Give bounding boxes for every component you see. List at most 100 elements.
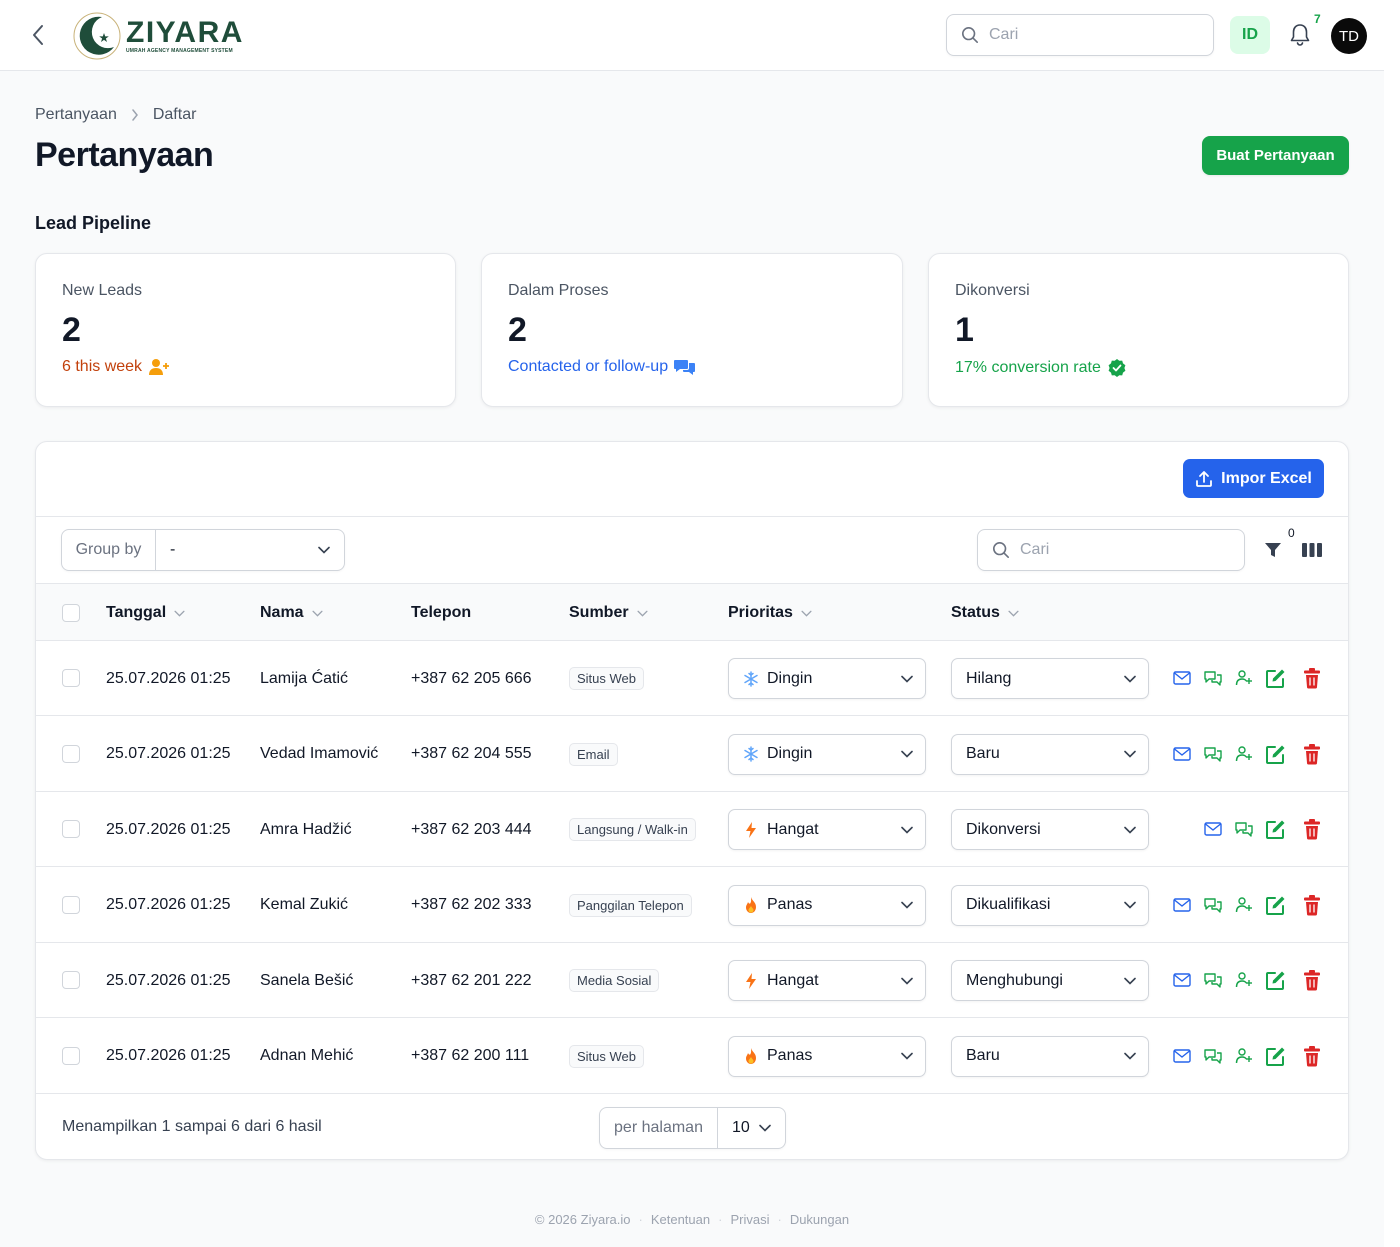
chevron-down-icon xyxy=(901,745,913,763)
column-header-priority[interactable]: Prioritas xyxy=(728,584,812,642)
user-avatar[interactable]: TD xyxy=(1331,18,1367,54)
stat-label: Dalam Proses xyxy=(508,282,609,299)
chevron-down-icon xyxy=(1124,896,1136,914)
email-icon[interactable] xyxy=(1171,743,1193,765)
cell-name[interactable]: Kemal Zukić xyxy=(260,868,348,943)
email-icon[interactable] xyxy=(1202,818,1224,840)
per-page-select[interactable]: per halaman 10 xyxy=(599,1107,786,1149)
chat-icon[interactable] xyxy=(1202,667,1224,689)
trash-icon[interactable] xyxy=(1301,969,1323,991)
chevron-down-icon xyxy=(1124,670,1136,688)
group-by-dropdown[interactable]: - xyxy=(156,530,344,570)
trash-icon[interactable] xyxy=(1301,667,1323,689)
row-checkbox[interactable] xyxy=(62,820,80,838)
group-by-select[interactable]: Group by - xyxy=(61,529,345,571)
convert-user-icon[interactable] xyxy=(1233,894,1255,916)
trash-icon[interactable] xyxy=(1301,894,1323,916)
app-logo[interactable]: ZIYARA UMRAH AGENCY MANAGEMENT SYSTEM xyxy=(72,10,262,62)
priority-value: Hangat xyxy=(767,971,819,989)
footer-link-terms[interactable]: Ketentuan xyxy=(651,1212,710,1227)
priority-select[interactable]: Panas xyxy=(728,1035,926,1077)
page-footer: © 2026 Ziyara.io · Ketentuan · Privasi ·… xyxy=(0,1212,1384,1227)
convert-user-icon[interactable] xyxy=(1233,1045,1255,1067)
crescent-logo-icon xyxy=(73,12,121,60)
row-checkbox[interactable] xyxy=(62,895,80,914)
cell-name[interactable]: Amra Hadžić xyxy=(260,792,352,867)
chevron-down-icon xyxy=(318,546,330,554)
chat-icon[interactable] xyxy=(1202,743,1224,765)
column-header-source[interactable]: Sumber xyxy=(569,584,648,642)
footer-link-privacy[interactable]: Privasi xyxy=(730,1212,769,1227)
row-checkbox[interactable] xyxy=(62,1046,80,1065)
breadcrumb-item-pertanyaan[interactable]: Pertanyaan xyxy=(35,106,117,124)
email-icon[interactable] xyxy=(1171,667,1193,689)
chat-icon[interactable] xyxy=(1202,894,1224,916)
chat-icon[interactable] xyxy=(1233,818,1255,840)
status-value: Menghubungi xyxy=(966,971,1063,989)
priority-select[interactable]: Dingin xyxy=(728,733,926,775)
row-checkbox[interactable] xyxy=(62,744,80,763)
status-select[interactable]: Hilang xyxy=(951,658,1149,699)
cell-name[interactable]: Sanela Bešić xyxy=(260,943,353,1018)
create-inquiry-button[interactable]: Buat Pertanyaan xyxy=(1202,136,1349,175)
trash-icon[interactable] xyxy=(1301,1045,1323,1067)
stat-value: 2 xyxy=(62,311,81,349)
stat-desc: 6 this week xyxy=(62,358,429,376)
row-checkbox[interactable] xyxy=(62,669,80,687)
cell-name[interactable]: Vedad Imamović xyxy=(260,717,378,792)
status-select[interactable]: Menghubungi xyxy=(951,960,1149,1001)
global-search-input[interactable] xyxy=(989,26,1189,44)
email-icon[interactable] xyxy=(1171,1045,1193,1067)
row-checkbox[interactable] xyxy=(62,971,80,989)
column-header-date[interactable]: Tanggal xyxy=(106,584,185,642)
import-excel-button[interactable]: Impor Excel xyxy=(1183,459,1324,498)
footer-separator: · xyxy=(777,1212,782,1227)
footer-link-support[interactable]: Dukungan xyxy=(790,1212,849,1227)
language-switcher[interactable]: ID xyxy=(1230,16,1270,54)
status-select[interactable]: Dikualifikasi xyxy=(951,884,1149,926)
edit-icon[interactable] xyxy=(1265,667,1287,689)
priority-select[interactable]: Hangat xyxy=(728,809,926,850)
priority-select[interactable]: Hangat xyxy=(728,960,926,1001)
bolt-icon xyxy=(743,821,759,838)
snowflake-icon xyxy=(743,746,759,762)
select-all-checkbox[interactable] xyxy=(62,604,80,622)
email-icon[interactable] xyxy=(1171,894,1193,916)
cell-name[interactable]: Adnan Mehić xyxy=(260,1019,353,1094)
columns-toggle-icon[interactable] xyxy=(1301,539,1323,561)
global-search[interactable] xyxy=(946,14,1214,56)
cell-name[interactable]: Lamija Ćatić xyxy=(260,641,348,716)
edit-icon[interactable] xyxy=(1265,743,1287,765)
email-icon[interactable] xyxy=(1171,969,1193,991)
edit-icon[interactable] xyxy=(1265,894,1287,916)
back-arrow-icon[interactable] xyxy=(26,23,50,47)
priority-select[interactable]: Dingin xyxy=(728,658,926,699)
edit-icon[interactable] xyxy=(1265,969,1287,991)
cell-phone: +387 62 205 666 xyxy=(411,669,532,687)
status-select[interactable]: Baru xyxy=(951,1035,1149,1077)
column-header-name[interactable]: Nama xyxy=(260,584,323,642)
table-row: 25.07.2026 01:25 Amra Hadžić +387 62 203 4… xyxy=(36,792,1348,867)
convert-user-icon[interactable] xyxy=(1233,667,1255,689)
status-select[interactable]: Dikonversi xyxy=(951,809,1149,850)
table-search[interactable] xyxy=(977,529,1245,571)
table-search-input[interactable] xyxy=(1020,541,1220,559)
per-page-dropdown[interactable]: 10 xyxy=(718,1108,785,1148)
convert-user-icon[interactable] xyxy=(1233,969,1255,991)
convert-user-icon[interactable] xyxy=(1233,743,1255,765)
trash-icon[interactable] xyxy=(1301,743,1323,765)
divider xyxy=(36,516,1348,517)
priority-select[interactable]: Panas xyxy=(728,884,926,926)
filter-icon[interactable] xyxy=(1261,538,1285,562)
column-header-status[interactable]: Status xyxy=(951,584,1019,642)
edit-icon[interactable] xyxy=(1265,1045,1287,1067)
snowflake-icon xyxy=(743,670,759,687)
chat-icon[interactable] xyxy=(1202,1045,1224,1067)
edit-icon[interactable] xyxy=(1265,818,1287,840)
chat-icon[interactable] xyxy=(1202,969,1224,991)
stat-desc-text: Contacted or follow-up xyxy=(508,358,669,375)
status-select[interactable]: Baru xyxy=(951,733,1149,775)
chevron-down-icon xyxy=(901,821,913,839)
bell-icon[interactable] xyxy=(1286,20,1314,50)
trash-icon[interactable] xyxy=(1301,818,1323,840)
